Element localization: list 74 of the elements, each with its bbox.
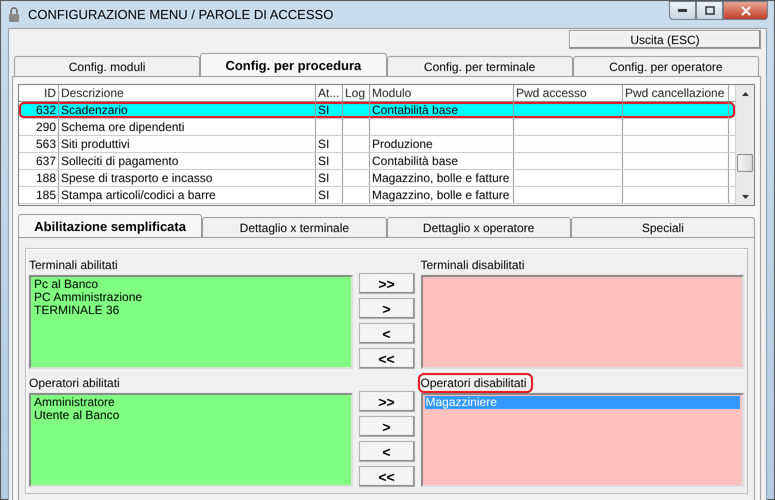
table-cell: 637 <box>19 153 59 169</box>
column-header[interactable]: Pwd cancellazione <box>623 85 729 101</box>
scrollbar-thumb[interactable] <box>737 154 753 172</box>
close-button[interactable] <box>723 1 768 20</box>
table-row[interactable]: 632 Scadenzario SI Contabilità base <box>19 102 735 119</box>
tab[interactable]: Config. per terminale <box>386 56 573 76</box>
table-cell: SI <box>316 153 343 169</box>
minimize-icon <box>678 9 687 12</box>
column-header[interactable]: Pwd accesso <box>514 85 623 101</box>
table-cell: Stampa articoli/codici a barre <box>59 187 316 203</box>
table-row[interactable]: 637 Solleciti di pagamento SI Contabilità base <box>19 153 735 170</box>
column-header[interactable]: Descrizione <box>59 85 316 101</box>
tab[interactable]: Dettaglio x operatore <box>386 217 571 237</box>
list-item[interactable]: Utente al Banco <box>33 409 348 422</box>
minimize-button[interactable] <box>669 1 696 20</box>
move-button[interactable]: < <box>358 441 414 462</box>
table-cell: Solleciti di pagamento <box>59 153 316 169</box>
move-button[interactable]: > <box>358 416 414 437</box>
table-row[interactable]: 188 Spese di trasporto e incasso SI Magazzino, bolle e fatture <box>19 170 735 187</box>
table-cell: 290 <box>19 119 59 135</box>
table-cell: Schema ore dipendenti <box>59 119 316 135</box>
maximize-icon <box>704 6 714 15</box>
window-title: CONFIGURAZIONE MENU / PAROLE DI ACCESSO <box>28 7 334 22</box>
table-cell: SI <box>316 187 343 203</box>
table-cell: Contabilità base <box>370 102 514 118</box>
column-header[interactable]: Log <box>343 85 370 101</box>
move-button[interactable]: > <box>358 298 414 319</box>
scrollbar[interactable] <box>735 85 754 205</box>
table-cell: 188 <box>19 170 59 186</box>
list-label: Operatori abilitati <box>28 375 121 392</box>
tab[interactable]: Abilitazione semplificata <box>18 214 202 237</box>
lock-icon <box>8 6 20 22</box>
table-row[interactable]: 290 Schema ore dipendenti <box>19 119 735 136</box>
list-box[interactable]: Pc al Banco PC Amministrazione TERMINALE 36 <box>29 275 352 369</box>
list-box[interactable] <box>420 275 744 369</box>
tab[interactable]: Config. per operatore <box>572 56 759 76</box>
tab[interactable]: Dettaglio x terminale <box>202 217 386 237</box>
table-cell: SI <box>316 102 343 118</box>
move-button[interactable]: << <box>358 466 414 487</box>
list-item[interactable]: PC Amministrazione <box>33 291 348 304</box>
table-cell: Spese di trasporto e incasso <box>59 170 316 186</box>
table-cell: SI <box>316 170 343 186</box>
tab[interactable]: Config. per procedura <box>200 53 386 76</box>
table-cell: Magazzino, bolle e fatture <box>370 170 514 186</box>
move-button[interactable]: < <box>358 323 414 344</box>
list-label: Operatori disabilitati <box>418 373 533 393</box>
move-button[interactable]: >> <box>358 391 414 412</box>
list-item[interactable]: Amministratore <box>33 396 348 409</box>
list-item[interactable]: Pc al Banco <box>33 278 348 291</box>
column-header[interactable]: Modulo <box>370 85 514 101</box>
table-cell: SI <box>316 136 343 152</box>
close-icon <box>740 6 750 16</box>
move-button[interactable]: << <box>358 348 414 369</box>
table-row[interactable]: 563 Siti produttivi SI Produzione <box>19 136 735 153</box>
list-box[interactable]: Amministratore Utente al Banco <box>29 393 352 487</box>
column-header[interactable]: ID <box>19 85 59 101</box>
table-cell: 563 <box>19 136 59 152</box>
table-cell: Contabilità base <box>370 153 514 169</box>
move-button[interactable]: >> <box>358 273 414 294</box>
maximize-button[interactable] <box>696 1 723 20</box>
list-label: Terminali abilitati <box>28 257 119 274</box>
table-row[interactable]: 185 Stampa articoli/codici a barre SI Magazzino, bolle e fatture <box>19 187 735 204</box>
exit-button[interactable]: Uscita (ESC) <box>569 30 761 49</box>
table-cell: 632 <box>19 102 59 118</box>
table-cell: Produzione <box>370 136 514 152</box>
tab[interactable]: Speciali <box>570 217 755 237</box>
list-label: Terminali disabilitati <box>420 257 526 274</box>
column-header[interactable]: At... <box>316 85 343 101</box>
list-item[interactable]: TERMINALE 36 <box>33 304 348 317</box>
table-cell: Scadenzario <box>59 102 316 118</box>
table-cell: Magazzino, bolle e fatture <box>370 187 514 203</box>
table-cell: 185 <box>19 187 59 203</box>
tab[interactable]: Config. moduli <box>14 56 200 76</box>
table-cell: Siti produttivi <box>59 136 316 152</box>
